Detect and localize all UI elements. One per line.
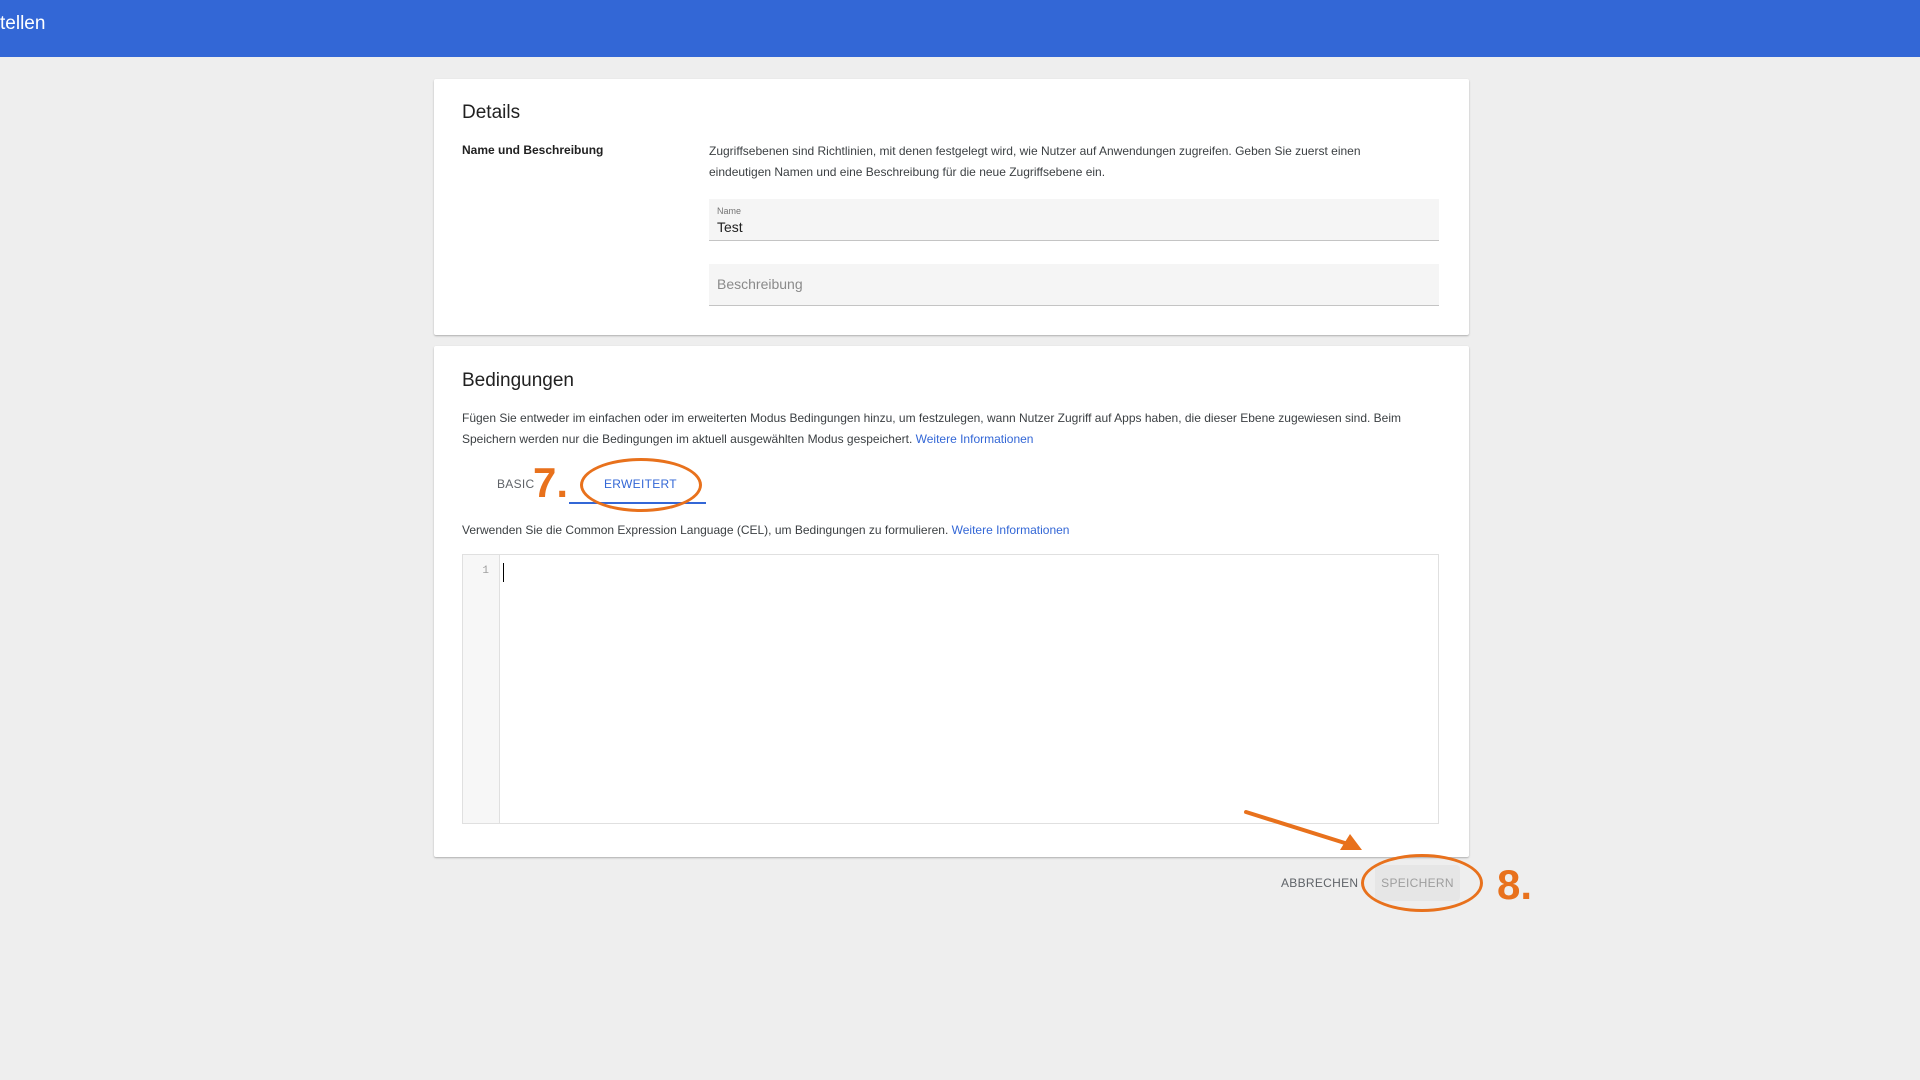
details-title: Details	[462, 102, 521, 123]
tab-basic[interactable]: BASIC	[497, 476, 535, 492]
cel-editor[interactable]: 1	[462, 554, 1439, 824]
description-field[interactable]	[709, 264, 1439, 306]
conditions-title: Bedingungen	[462, 370, 574, 391]
details-description: Zugriffsebenen sind Richtlinien, mit den…	[709, 144, 1361, 179]
app-title: tellen	[0, 13, 46, 34]
name-field[interactable]: Name	[709, 199, 1439, 241]
step-7-annotation: 7.	[533, 459, 569, 506]
line-number: 1	[482, 565, 489, 577]
cel-learn-more-link[interactable]: Weitere Informationen	[952, 523, 1070, 537]
app-bar: tellen	[0, 0, 1920, 57]
name-field-label: Name	[717, 206, 742, 216]
cel-description: Verwenden Sie die Common Expression Lang…	[462, 522, 1069, 538]
text-cursor	[503, 563, 504, 582]
step-8-highlight-ellipse	[1361, 854, 1483, 912]
cel-description-text: Verwenden Sie die Common Expression Lang…	[462, 523, 949, 537]
cancel-button[interactable]: ABBRECHEN	[1281, 872, 1358, 894]
learn-more-link[interactable]: Weitere Informationen	[916, 432, 1034, 446]
step-8-arrow-icon	[1244, 810, 1362, 850]
step-7-highlight-ellipse	[580, 458, 702, 512]
step-8-annotation: 8.	[1497, 861, 1533, 908]
description-input[interactable]	[717, 276, 1417, 292]
conditions-description: Fügen Sie entweder im einfachen oder im …	[462, 408, 1437, 450]
name-input[interactable]	[717, 219, 1417, 235]
editor-gutter: 1	[463, 555, 500, 823]
name-description-label: Name und Beschreibung	[462, 143, 604, 157]
